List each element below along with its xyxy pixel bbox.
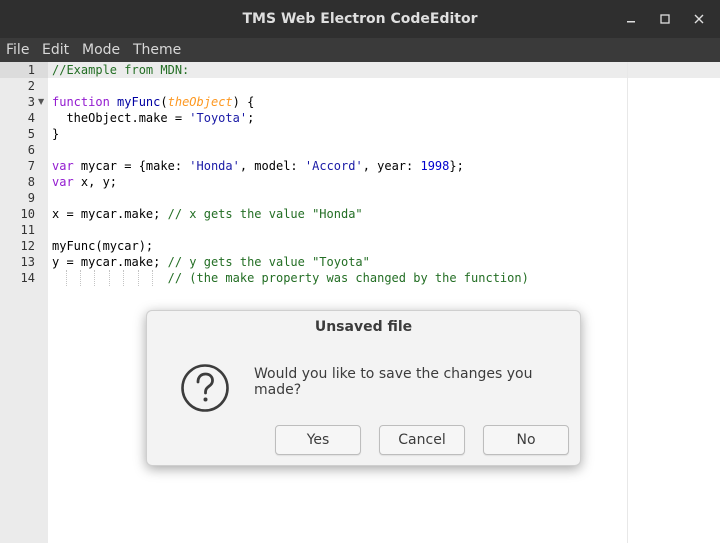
code-token: 1998	[420, 159, 450, 173]
line-number: 11	[20, 223, 35, 237]
code-token: // y gets the value "Toyota"	[167, 255, 370, 269]
code-token: 'Toyota'	[189, 111, 248, 125]
code-line: myFunc(mycar);	[52, 238, 153, 254]
line-number: 1	[27, 63, 35, 77]
menu-bar: File Edit Mode Theme	[0, 38, 720, 62]
indent-guides	[52, 270, 156, 286]
code-line: y = mycar.make; // y gets the value "Toy…	[52, 254, 370, 270]
line-number: 14	[20, 271, 35, 285]
title-bar: TMS Web Electron CodeEditor	[0, 0, 720, 38]
code-token: ;	[247, 111, 255, 125]
code-line: var mycar = {make: 'Honda', model: 'Acco…	[52, 158, 464, 174]
maximize-button[interactable]	[655, 9, 675, 29]
code-token: myFunc(mycar);	[52, 239, 154, 253]
code-token: }	[52, 127, 60, 141]
code-token: , year:	[362, 159, 421, 173]
dialog-message: Would you like to save the changes you m…	[254, 366, 533, 398]
line-number: 12	[20, 239, 35, 253]
menu-theme[interactable]: Theme	[133, 38, 181, 62]
line-number: 3	[27, 95, 35, 109]
cancel-button[interactable]: Cancel	[379, 425, 465, 455]
code-line: //Example from MDN:	[52, 62, 189, 78]
code-line: x = mycar.make; // x gets the value "Hon…	[52, 206, 363, 222]
code-token: function	[52, 95, 110, 109]
menu-edit[interactable]: Edit	[42, 38, 69, 62]
code-token: y = mycar.make;	[52, 255, 168, 269]
code-line: var x, y;	[52, 174, 117, 190]
menu-mode[interactable]: Mode	[82, 38, 120, 62]
question-icon	[181, 364, 229, 412]
close-button[interactable]	[689, 9, 709, 29]
code-token: var	[52, 159, 74, 173]
code-token: // (the make property was changed by the…	[167, 271, 529, 285]
code-editor[interactable]: 1 2 3 4 5 6 7 8 9 10 11 12 13 14 ▼ //Example from MDN…	[0, 62, 720, 543]
code-token: ) {	[232, 95, 255, 109]
code-line: function myFunc(theObject) {	[52, 94, 254, 110]
code-token: x = mycar.make;	[52, 207, 168, 221]
line-number: 2	[27, 79, 35, 93]
yes-button[interactable]: Yes	[275, 425, 361, 455]
code-token: theObject	[167, 95, 233, 109]
unsaved-file-dialog: Unsaved file Would you like to save the …	[146, 310, 581, 466]
line-number: 9	[27, 191, 35, 205]
code-token: //Example from MDN:	[52, 63, 190, 77]
code-token: 'Honda'	[189, 159, 240, 173]
minimize-button[interactable]	[621, 9, 641, 29]
line-number: 13	[20, 255, 35, 269]
line-number: 10	[20, 207, 35, 221]
maximize-icon	[660, 14, 670, 24]
code-token: };	[449, 159, 464, 173]
code-token: 'Accord'	[304, 159, 363, 173]
code-token: x, y;	[73, 175, 118, 189]
code-token: mycar = {make:	[73, 159, 190, 173]
close-icon	[694, 14, 704, 24]
code-token: var	[52, 175, 74, 189]
print-margin	[627, 62, 628, 543]
code-token: theObject.make =	[52, 111, 190, 125]
no-button[interactable]: No	[483, 425, 569, 455]
code-token: (	[160, 95, 168, 109]
code-line: theObject.make = 'Toyota';	[52, 110, 254, 126]
code-token: , model:	[239, 159, 305, 173]
line-number: 5	[27, 127, 35, 141]
code-token: // x gets the value "Honda"	[167, 207, 363, 221]
line-number: 8	[27, 175, 35, 189]
window-title: TMS Web Electron CodeEditor	[242, 11, 478, 27]
line-number: 7	[27, 159, 35, 173]
line-number: 6	[27, 143, 35, 157]
fold-toggle-icon[interactable]: ▼	[38, 94, 46, 110]
minimize-icon	[627, 21, 635, 23]
code-line: }	[52, 126, 59, 142]
dialog-title: Unsaved file	[314, 319, 413, 335]
menu-file[interactable]: File	[6, 38, 29, 62]
code-token: myFunc	[117, 95, 161, 109]
line-number: 4	[27, 111, 35, 125]
